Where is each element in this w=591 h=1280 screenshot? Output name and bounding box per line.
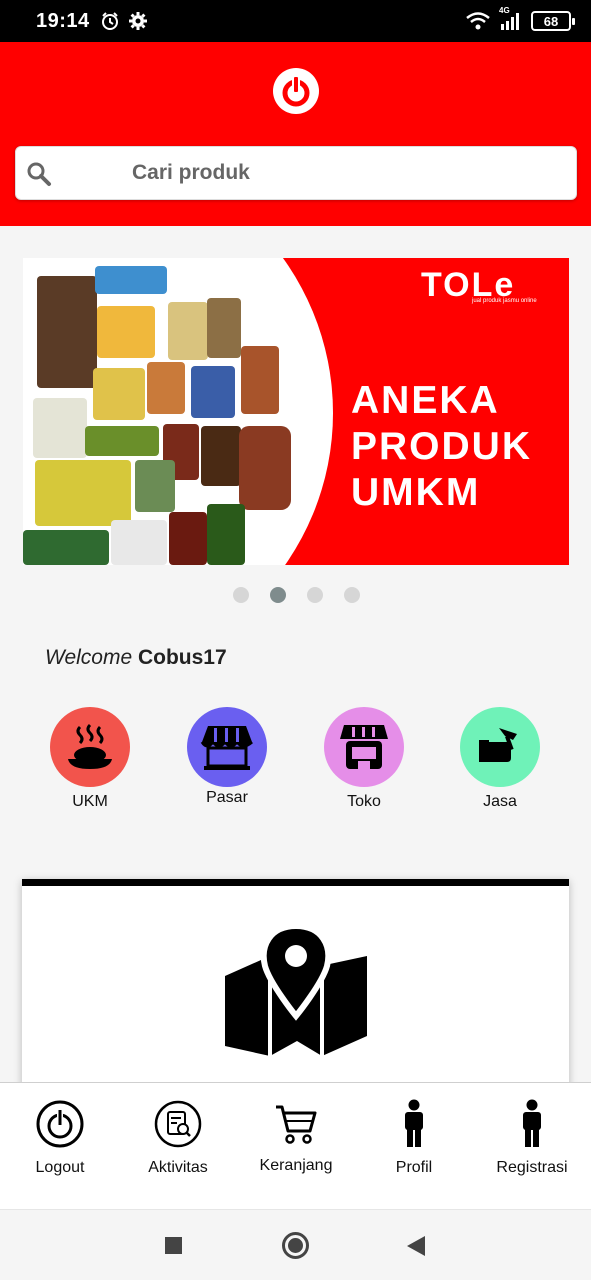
nav-label: Logout [35, 1159, 85, 1176]
shop-icon[interactable] [324, 707, 404, 787]
category-label: UKM [72, 793, 108, 810]
power-logo-icon[interactable] [273, 68, 319, 114]
status-bar: 19:14 4G 68 [0, 0, 591, 42]
map-marker-icon[interactable] [225, 926, 367, 1061]
product-image [241, 346, 279, 414]
product-image [239, 426, 291, 510]
product-image [201, 426, 241, 486]
activity-icon[interactable] [153, 1099, 203, 1149]
search-input[interactable]: Cari produk [132, 161, 250, 185]
category-toko[interactable]: Toko [314, 707, 414, 811]
back-button[interactable] [407, 1236, 425, 1256]
welcome-prefix: Welcome [45, 646, 133, 669]
welcome-message: Welcome Cobus17 [45, 646, 227, 670]
nav-label: Aktivitas [148, 1159, 208, 1176]
nav-keranjang[interactable]: Keranjang [237, 1083, 355, 1210]
nav-profil[interactable]: Profil [355, 1083, 473, 1210]
carousel-dot[interactable] [233, 587, 249, 603]
network-label: 4G [499, 6, 510, 15]
battery-indicator: 68 [531, 11, 575, 31]
product-image [207, 504, 245, 565]
carousel-dot[interactable] [344, 587, 360, 603]
power-icon[interactable] [35, 1099, 85, 1149]
status-time: 19:14 [36, 9, 90, 32]
carousel-dot[interactable] [307, 587, 323, 603]
product-image [35, 460, 131, 526]
nav-label: Registrasi [496, 1159, 568, 1176]
product-image [147, 362, 185, 414]
signal-indicator: 4G [499, 6, 523, 30]
nav-label: Keranjang [259, 1157, 333, 1174]
product-image [207, 298, 241, 358]
welcome-username: Cobus17 [137, 646, 227, 669]
promo-banner[interactable]: TOLe jual produk jasmu online ANEKA PROD… [23, 258, 569, 565]
bottom-navigation: Logout Aktivitas Keranjang Profil Regist… [0, 1082, 591, 1209]
product-image [93, 368, 145, 420]
wifi-icon [466, 12, 490, 30]
gear-icon [128, 12, 147, 30]
product-image [135, 460, 175, 512]
category-pasar[interactable]: Pasar [177, 707, 277, 807]
product-image [33, 398, 87, 458]
nav-logout[interactable]: Logout [1, 1083, 119, 1210]
product-image [97, 306, 155, 358]
nav-label: Profil [395, 1159, 433, 1176]
person-icon[interactable] [401, 1099, 427, 1149]
nav-registrasi[interactable]: Registrasi [473, 1083, 591, 1210]
map-card[interactable] [22, 879, 569, 1099]
service-hand-icon[interactable] [460, 707, 540, 787]
product-image [23, 530, 109, 565]
category-jasa[interactable]: Jasa [450, 707, 550, 811]
banner-headline: ANEKA PRODUK UMKM [351, 378, 532, 516]
carousel-dot-active[interactable] [270, 587, 286, 603]
product-image [95, 266, 167, 294]
app-header: Cari produk [0, 42, 591, 226]
home-button[interactable] [282, 1232, 309, 1259]
banner-headline-line: UMKM [351, 471, 481, 514]
recent-apps-button[interactable] [165, 1237, 182, 1254]
search-bar[interactable]: Cari produk [15, 146, 577, 200]
category-label: Toko [347, 793, 381, 810]
banner-brand-tagline: jual produk jasmu online [472, 298, 537, 304]
battery-level: 68 [543, 13, 559, 29]
search-icon[interactable] [26, 161, 52, 187]
product-image [169, 512, 207, 565]
nav-aktivitas[interactable]: Aktivitas [119, 1083, 237, 1210]
product-image [168, 302, 208, 360]
person-icon[interactable] [519, 1099, 545, 1149]
alarm-icon [101, 12, 118, 30]
system-navigation-bar [0, 1209, 591, 1280]
product-image [85, 426, 159, 456]
cart-icon[interactable] [274, 1103, 318, 1145]
food-bowl-icon[interactable] [50, 707, 130, 787]
product-image [191, 366, 235, 418]
category-ukm[interactable]: UKM [40, 707, 140, 811]
market-stall-icon[interactable] [187, 707, 267, 787]
banner-headline-line: PRODUK [351, 425, 533, 468]
carousel-indicator [233, 587, 360, 603]
product-image [37, 276, 97, 388]
category-label: Jasa [483, 793, 517, 810]
category-label: Pasar [206, 789, 248, 806]
product-image [111, 520, 167, 565]
banner-headline-line: ANEKA [351, 379, 500, 422]
